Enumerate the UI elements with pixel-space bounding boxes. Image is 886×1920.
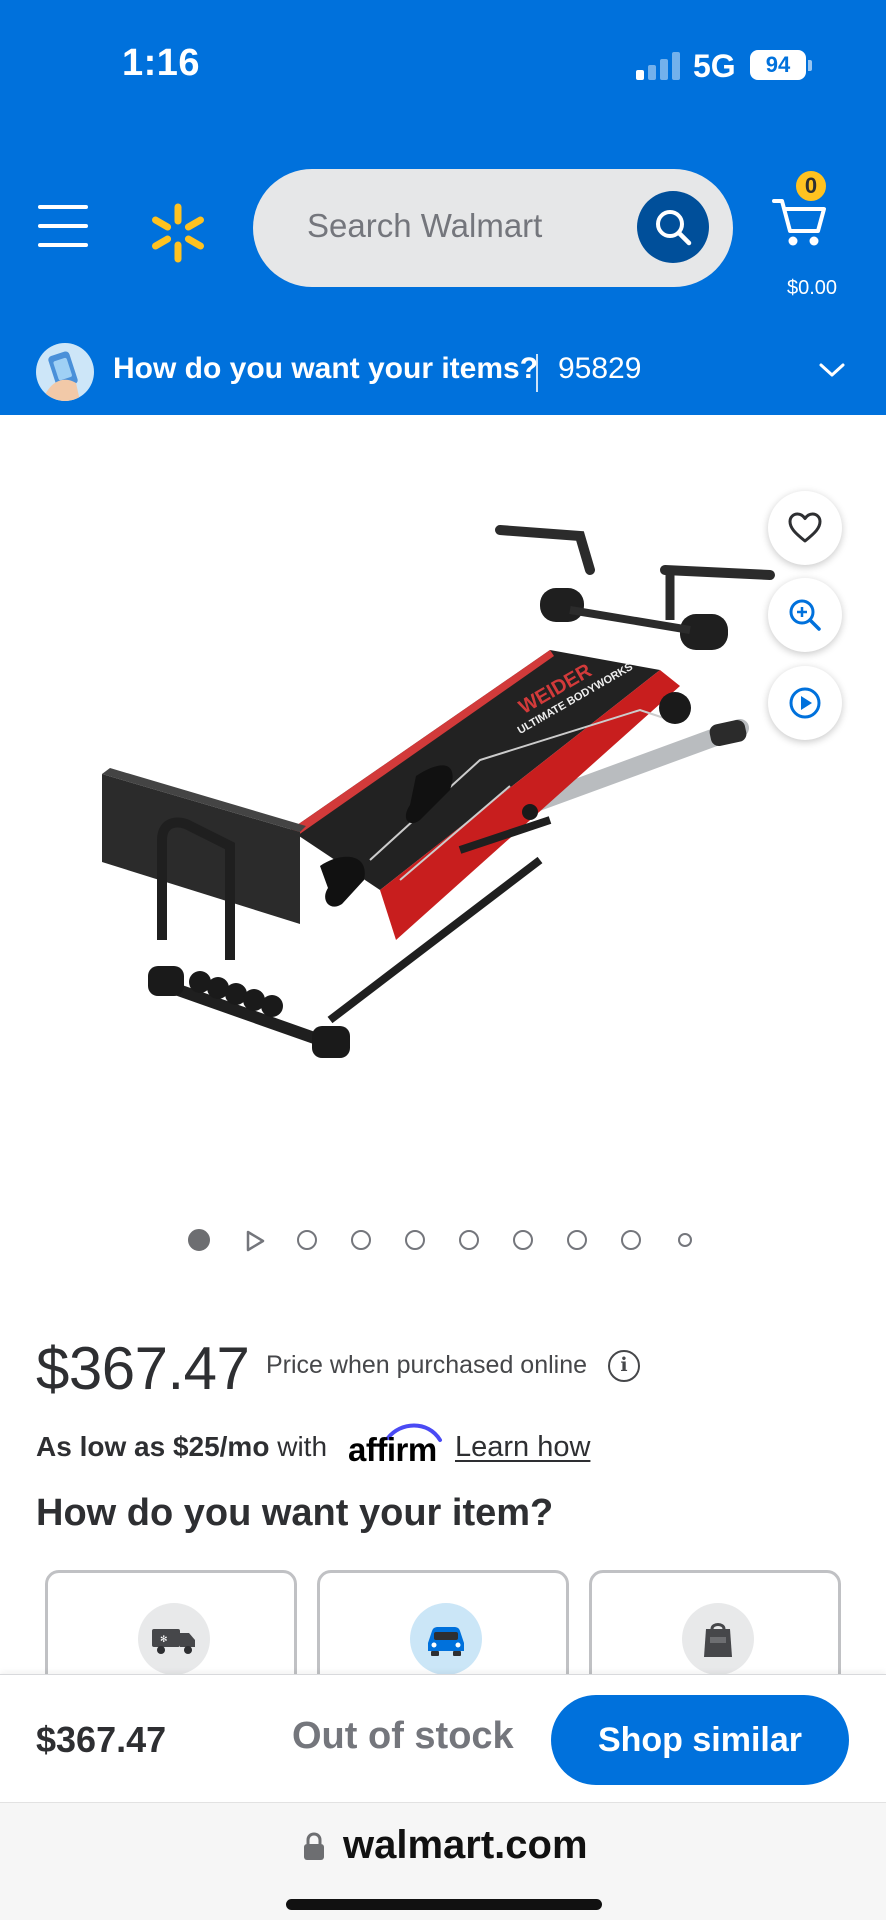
cart-icon [772,199,826,246]
zoom-button[interactable] [768,578,842,652]
cart-count-badge: 0 [794,169,828,203]
pickup-car-icon [410,1603,482,1675]
search-input[interactable]: Search Walmart [307,207,542,245]
cart-button[interactable]: 0 $0.00 [758,169,866,299]
carousel-dot[interactable] [459,1230,479,1250]
carousel-dot[interactable] [621,1230,641,1250]
info-icon[interactable]: i [608,1350,640,1382]
sticky-purchase-bar: $367.47 Out of stock Shop similar [0,1674,886,1802]
learn-how-link[interactable]: Learn how [455,1431,590,1464]
affirm-wordmark: affirm [348,1431,437,1468]
walmart-spark-logo[interactable] [146,201,210,265]
shop-similar-button[interactable]: Shop similar [551,1695,849,1785]
delivery-avatar-icon [36,343,94,401]
lock-icon [304,1832,324,1860]
cellular-signal-icon [636,52,682,80]
browser-address-bar[interactable]: walmart.com [0,1802,886,1920]
sticky-price: $367.47 [36,1719,167,1760]
status-bar: 1:16 5G 94 [0,0,886,125]
delivery-bag-icon [682,1603,754,1675]
battery-level: 94 [765,52,791,77]
delivery-zip: 95829 [558,352,642,385]
carousel-dot[interactable] [567,1230,587,1250]
cart-total: $0.00 [786,277,838,299]
delivery-selector[interactable]: How do you want your items? 95829 [0,330,886,415]
stock-status: Out of stock [292,1715,514,1757]
divider [536,354,538,392]
carousel-dot[interactable] [678,1233,692,1247]
carousel-dot[interactable] [297,1230,317,1250]
play-icon [789,687,821,719]
delivery-prompt: How do you want your items? [113,352,539,385]
price-note: Price when purchased online [266,1351,588,1379]
battery-nub [808,60,812,71]
search-bar[interactable]: Search Walmart [253,169,733,287]
search-icon [656,210,692,246]
carousel-dot[interactable] [351,1230,371,1250]
status-time: 1:16 [122,42,201,84]
affirm-logo: affirm [348,1418,448,1468]
network-type: 5G [693,48,736,84]
product-image[interactable]: WEIDER ULTIMATE BODYWORKS [80,460,780,1100]
home-indicator[interactable] [286,1899,602,1910]
favorite-button[interactable] [768,491,842,565]
chevron-down-icon[interactable] [818,360,846,380]
financing-amount: As low as $25/mo [36,1431,270,1462]
header: Search Walmart 0 $0.00 [0,125,886,330]
carousel-dot[interactable] [405,1230,425,1250]
zoom-in-icon [789,599,821,631]
image-carousel-indicator [184,1226,704,1256]
financing-text: As low as $25/mo with [36,1431,327,1463]
shipping-truck-icon: ✻ [138,1603,210,1675]
carousel-video-dot-icon[interactable] [244,1229,266,1253]
heart-icon [788,512,822,543]
carousel-dot[interactable] [513,1230,533,1250]
product-price: $367.47 [36,1335,250,1402]
fulfillment-title: How do you want your item? [36,1492,554,1534]
financing-with: with [277,1431,328,1462]
video-button[interactable] [768,666,842,740]
menu-icon[interactable] [38,205,88,249]
url-text[interactable]: walmart.com [343,1823,588,1868]
carousel-dot-active[interactable] [188,1229,210,1251]
svg-text:✻: ✻ [160,1635,168,1645]
search-button[interactable] [637,191,709,263]
battery-icon: 94 [750,50,806,80]
